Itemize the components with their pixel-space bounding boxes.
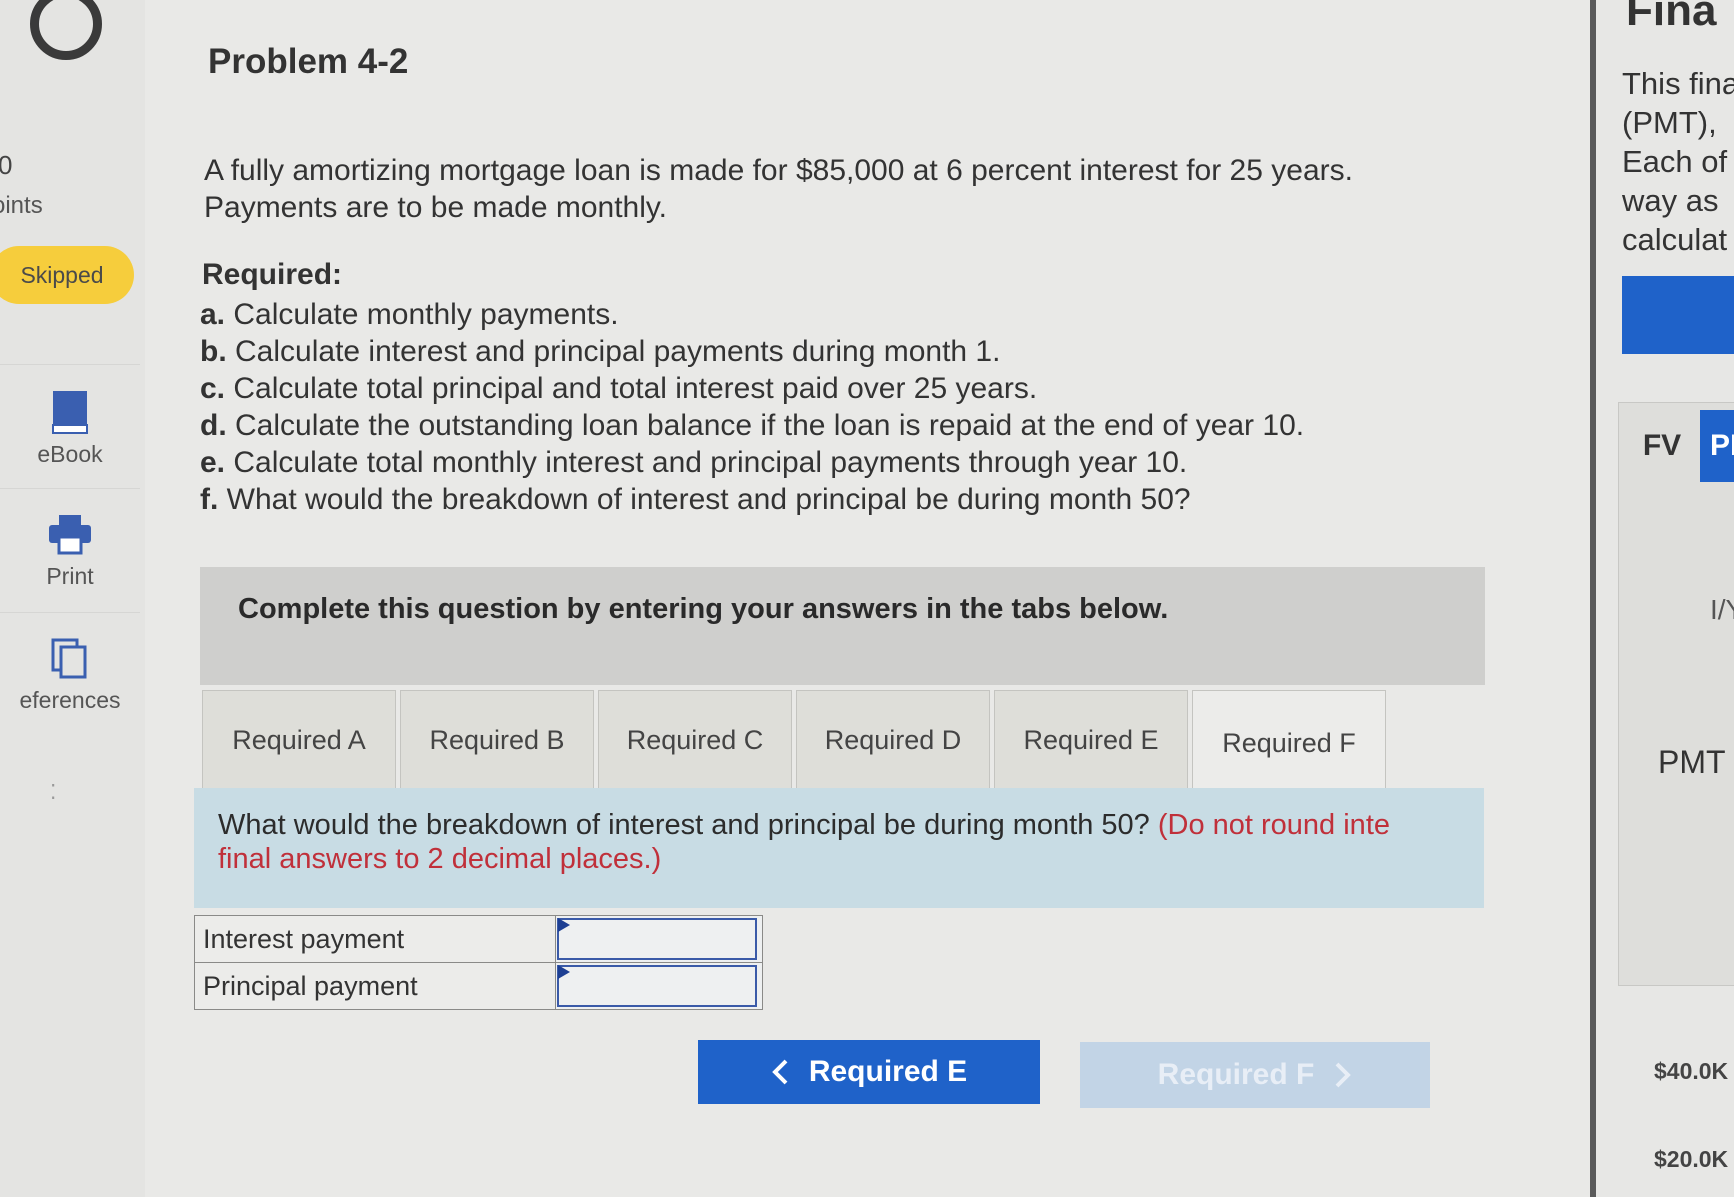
book-icon <box>52 391 88 434</box>
principal-payment-cell <box>555 962 763 1010</box>
requirement-item: b. Calculate interest and principal paym… <box>200 335 1001 368</box>
input-flag-icon <box>558 965 570 979</box>
tab-required-d[interactable]: Required D <box>796 690 990 790</box>
calculator-blue-bar[interactable] <box>1622 276 1734 354</box>
instruction-red-1: (Do not round inte <box>1157 809 1391 841</box>
references-button[interactable]: eferences <box>0 612 140 737</box>
left-rail: 0 oints Skipped eBook Print eferences ⁚ <box>0 0 145 1197</box>
copy-icon <box>51 638 87 679</box>
iy-label: I/Y <box>1710 594 1734 625</box>
interest-payment-cell <box>555 915 763 963</box>
prev-button-label: Required E <box>808 1055 968 1088</box>
ebook-label: eBook <box>37 441 103 467</box>
references-label: eferences <box>19 687 121 713</box>
principal-payment-label: Principal payment <box>194 962 556 1010</box>
print-button[interactable]: Print <box>0 488 140 613</box>
question-panel: What would the breakdown of interest and… <box>194 788 1484 908</box>
tab-required-a[interactable]: Required A <box>202 690 396 790</box>
banner-text: Complete this question by entering your … <box>238 593 1169 625</box>
tab-required-e[interactable]: Required E <box>994 690 1188 790</box>
instructions-banner: Complete this question by entering your … <box>200 567 1485 685</box>
intro-line-2: Payments are to be made monthly. <box>204 191 668 224</box>
requirement-item: a. Calculate monthly payments. <box>200 298 619 331</box>
intro-line-1: A fully amortizing mortgage loan is made… <box>204 154 1353 187</box>
tab-required-c[interactable]: Required C <box>598 690 792 790</box>
axis-label-20k: $20.0K <box>1654 1146 1729 1172</box>
table-row: Interest payment <box>194 915 763 963</box>
requirement-item: e. Calculate total monthly interest and … <box>200 446 1188 479</box>
tab-pmt[interactable]: PI <box>1700 410 1734 482</box>
requirement-item: c. Calculate total principal and total i… <box>200 372 1038 405</box>
table-row: Principal payment <box>194 962 763 1010</box>
tab-required-b[interactable]: Required B <box>400 690 594 790</box>
problem-intro: A fully amortizing mortgage loan is made… <box>204 152 1504 226</box>
next-required-button[interactable]: Required F <box>1080 1042 1430 1108</box>
chevron-right-icon <box>1335 1062 1352 1088</box>
principal-payment-input[interactable] <box>557 965 757 1007</box>
logo-icon <box>30 0 102 60</box>
rail-decoration: ⁚ <box>50 782 57 804</box>
pmt-label: PMT <box>1658 744 1726 780</box>
instruction-red-2: final answers to 2 decimal places.) <box>218 843 662 875</box>
page-title: Problem 4-2 <box>208 42 409 81</box>
interest-payment-label: Interest payment <box>194 915 556 963</box>
requirements-list: a. Calculate monthly payments. b. Calcul… <box>200 296 1304 518</box>
calculator-box <box>1618 402 1734 986</box>
points-label: oints <box>0 192 43 219</box>
print-label: Print <box>46 563 94 589</box>
requirement-item: d. Calculate the outstanding loan balanc… <box>200 409 1305 442</box>
tab-fv[interactable]: FV <box>1628 410 1696 482</box>
question-text: What would the breakdown of interest and… <box>218 809 1391 875</box>
financial-calculator-panel: Fina This fina (PMT), Each of way as cal… <box>1590 0 1734 1197</box>
ebook-button[interactable]: eBook <box>0 364 140 489</box>
tab-required-f[interactable]: Required F <box>1192 690 1386 796</box>
next-button-label: Required F <box>1157 1058 1315 1091</box>
chevron-left-icon <box>771 1059 788 1085</box>
interest-payment-input[interactable] <box>557 918 757 960</box>
prev-required-button[interactable]: Required E <box>698 1040 1040 1104</box>
points-value: 0 <box>0 150 13 180</box>
input-flag-icon <box>558 918 570 932</box>
calculator-title: Fina <box>1626 0 1717 35</box>
status-badge: Skipped <box>0 246 134 304</box>
calculator-description: This fina (PMT), Each of way as calculat <box>1622 66 1734 257</box>
required-heading: Required: <box>202 258 343 291</box>
requirement-item: f. What would the breakdown of interest … <box>200 483 1191 516</box>
printer-icon <box>49 515 91 555</box>
main-content: Problem 4-2 A fully amortizing mortgage … <box>190 0 1490 1197</box>
tab-bar: Required A Required B Required C Require… <box>202 690 1492 796</box>
answer-table: Interest payment Principal payment <box>194 915 763 1010</box>
axis-label-40k: $40.0K <box>1654 1058 1729 1084</box>
